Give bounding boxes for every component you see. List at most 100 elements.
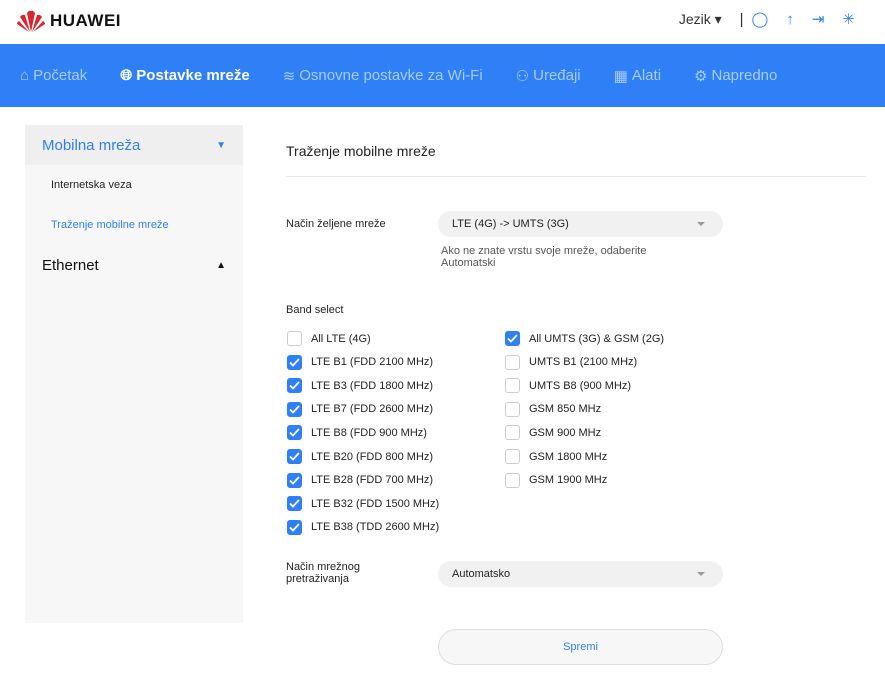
huawei-logo[interactable]: HUAWEI bbox=[16, 9, 121, 33]
gear-icon: ⚙ bbox=[694, 67, 708, 85]
search-mode-label: Način mrežnog pretraživanja bbox=[286, 561, 360, 585]
checkmark-icon bbox=[507, 334, 518, 343]
wifi-icon: ≋ bbox=[282, 67, 296, 85]
checkbox-label: UMTS B1 (2100 MHz) bbox=[529, 356, 638, 369]
checkbox-label: LTE B3 (FDD 1800 MHz) bbox=[311, 379, 434, 392]
band-checkbox[interactable]: LTE B3 (FDD 1800 MHz) bbox=[287, 378, 434, 394]
checkbox-box[interactable] bbox=[287, 449, 302, 464]
sidebar-group-label: Mobilna mreža bbox=[42, 136, 141, 154]
select-value: LTE (4G) -> UMTS (3G) bbox=[452, 218, 569, 230]
nav-label: Uređaji bbox=[533, 67, 581, 84]
checkbox-label: LTE B28 (FDD 700 MHz) bbox=[311, 474, 434, 487]
checkbox-label: All UMTS (3G) & GSM (2G) bbox=[529, 332, 665, 345]
select-value: Automatsko bbox=[452, 568, 511, 580]
checkbox-box[interactable] bbox=[505, 354, 520, 370]
checkmark-icon bbox=[289, 499, 300, 508]
checkmark-icon bbox=[289, 381, 300, 390]
band-checkbox[interactable]: LTE B32 (FDD 1500 MHz) bbox=[287, 496, 439, 512]
band-checkbox[interactable]: LTE B38 (TDD 2600 MHz) bbox=[287, 519, 440, 535]
save-button[interactable]: Spremi bbox=[438, 629, 723, 665]
band-checkbox[interactable]: UMTS B1 (2100 MHz) bbox=[505, 354, 638, 370]
band-checkbox[interactable]: LTE B1 (FDD 2100 MHz) bbox=[287, 354, 434, 370]
checkbox-label: LTE B20 (FDD 800 MHz) bbox=[311, 450, 434, 463]
band-checkbox[interactable]: GSM 1900 MHz bbox=[505, 472, 608, 488]
checkbox-label: LTE B38 (TDD 2600 MHz) bbox=[311, 521, 440, 534]
checkbox-box[interactable] bbox=[505, 449, 520, 464]
checkbox-box[interactable] bbox=[287, 331, 302, 346]
divider: | bbox=[739, 10, 744, 28]
nav-home[interactable]: ⌂ Početak bbox=[20, 67, 87, 84]
checkbox-label: LTE B7 (FDD 2600 MHz) bbox=[311, 403, 434, 416]
checkbox-box[interactable] bbox=[505, 472, 520, 488]
nav-devices[interactable]: ⚇ Uređaji bbox=[516, 67, 581, 85]
main-nav: ⌂ Početak 🌐︎ Postavke mreže ≋ Osnovne posta… bbox=[0, 44, 885, 107]
top-bar: HUAWEI Jezik ▾ | ◯ ↑ ⇥ ✳ bbox=[0, 0, 885, 44]
home-icon: ⌂ bbox=[20, 67, 30, 84]
huawei-flower-icon bbox=[17, 10, 45, 32]
checkbox-box[interactable] bbox=[287, 425, 302, 441]
search-mode-select[interactable]: Automatsko bbox=[438, 561, 723, 587]
band-checkbox[interactable]: GSM 1800 MHz bbox=[505, 449, 607, 464]
nav-wifi[interactable]: ≋ Osnovne postavke za Wi-Fi bbox=[283, 67, 483, 85]
tools-icon: ▦ bbox=[613, 67, 628, 85]
band-checkbox[interactable]: All UMTS (3G) & GSM (2G) bbox=[505, 331, 664, 346]
loading-spinner-icon: ✳ bbox=[842, 11, 855, 28]
preferred-network-select[interactable]: LTE (4G) -> UMTS (3G) bbox=[438, 211, 723, 237]
devices-icon: ⚇ bbox=[515, 67, 530, 85]
band-checkbox[interactable]: LTE B20 (FDD 800 MHz) bbox=[287, 449, 433, 464]
globe-icon: 🌐︎ bbox=[120, 67, 133, 84]
band-checkbox[interactable]: LTE B7 (FDD 2600 MHz) bbox=[287, 401, 434, 417]
language-menu[interactable]: Jezik ▾ bbox=[679, 11, 722, 28]
nav-advanced[interactable]: ⚙ Napredno bbox=[694, 67, 777, 85]
nav-network-settings[interactable]: 🌐︎ Postavke mreže bbox=[120, 67, 249, 84]
hint-text: Ako ne znate vrstu svoje mreže, odaberit… bbox=[441, 245, 647, 269]
page-title: Traženje mobilne mreže bbox=[286, 143, 436, 159]
sidebar-group-label: Ethernet bbox=[42, 256, 99, 274]
band-checkbox[interactable]: LTE B8 (FDD 900 MHz) bbox=[287, 425, 427, 441]
sidebar-group-mobile[interactable]: Mobilna mreža ▼ bbox=[25, 125, 243, 165]
checkbox-label: All LTE (4G) bbox=[311, 332, 371, 345]
checkbox-label: GSM 1900 MHz bbox=[529, 474, 608, 487]
checkbox-box[interactable] bbox=[505, 401, 520, 417]
logout-icon[interactable]: ⇥ bbox=[812, 10, 825, 28]
band-select-label: Band select bbox=[286, 304, 344, 316]
band-checkbox[interactable]: LTE B28 (FDD 700 MHz) bbox=[287, 472, 434, 488]
checkbox-box[interactable] bbox=[505, 378, 520, 394]
message-icon[interactable]: ◯ bbox=[752, 10, 769, 28]
checkbox-box[interactable] bbox=[505, 331, 520, 346]
checkbox-box[interactable] bbox=[287, 354, 302, 370]
band-checkbox[interactable]: UMTS B8 (900 MHz) bbox=[505, 378, 631, 394]
band-checkbox[interactable]: GSM 850 MHz bbox=[505, 401, 602, 417]
checkbox-box[interactable] bbox=[287, 401, 302, 417]
nav-label: Napredno bbox=[711, 67, 778, 84]
chevron-down-icon bbox=[697, 222, 705, 226]
checkbox-label: GSM 900 MHz bbox=[529, 426, 602, 439]
checkmark-icon bbox=[289, 428, 300, 438]
checkbox-box[interactable] bbox=[287, 519, 302, 535]
sidebar-item-network-search[interactable]: Traženje mobilne mreže bbox=[25, 205, 243, 245]
divider bbox=[286, 176, 866, 177]
checkbox-box[interactable] bbox=[287, 496, 302, 512]
chevron-down-icon bbox=[697, 572, 705, 576]
checkbox-box[interactable] bbox=[287, 472, 302, 488]
checkbox-label: GSM 1800 MHz bbox=[529, 450, 608, 463]
nav-tools[interactable]: ▦ Alati bbox=[614, 67, 661, 85]
band-checkbox[interactable]: GSM 900 MHz bbox=[505, 425, 602, 441]
checkmark-icon bbox=[289, 452, 300, 461]
checkmark-icon bbox=[289, 405, 300, 414]
sidebar-item-internet[interactable]: Internetska veza bbox=[25, 165, 243, 205]
preferred-network-label: Način željene mreže bbox=[286, 218, 386, 230]
checkbox-box[interactable] bbox=[287, 378, 302, 394]
checkbox-label: GSM 850 MHz bbox=[529, 403, 602, 416]
checkbox-label: LTE B8 (FDD 900 MHz) bbox=[311, 426, 427, 439]
sidebar-group-ethernet[interactable]: Ethernet ▲ bbox=[25, 245, 243, 285]
checkbox-label: LTE B1 (FDD 2100 MHz) bbox=[311, 356, 434, 369]
checkbox-box[interactable] bbox=[505, 425, 520, 441]
checkmark-icon bbox=[289, 357, 300, 367]
band-checkbox[interactable]: All LTE (4G) bbox=[287, 331, 371, 346]
nav-label: Alati bbox=[631, 67, 662, 84]
nav-label: Osnovne postavke za Wi-Fi bbox=[299, 67, 483, 84]
nav-label: Početak bbox=[33, 67, 88, 84]
update-arrow-icon[interactable]: ↑ bbox=[786, 11, 794, 28]
nav-label: Postavke mreže bbox=[136, 67, 250, 84]
